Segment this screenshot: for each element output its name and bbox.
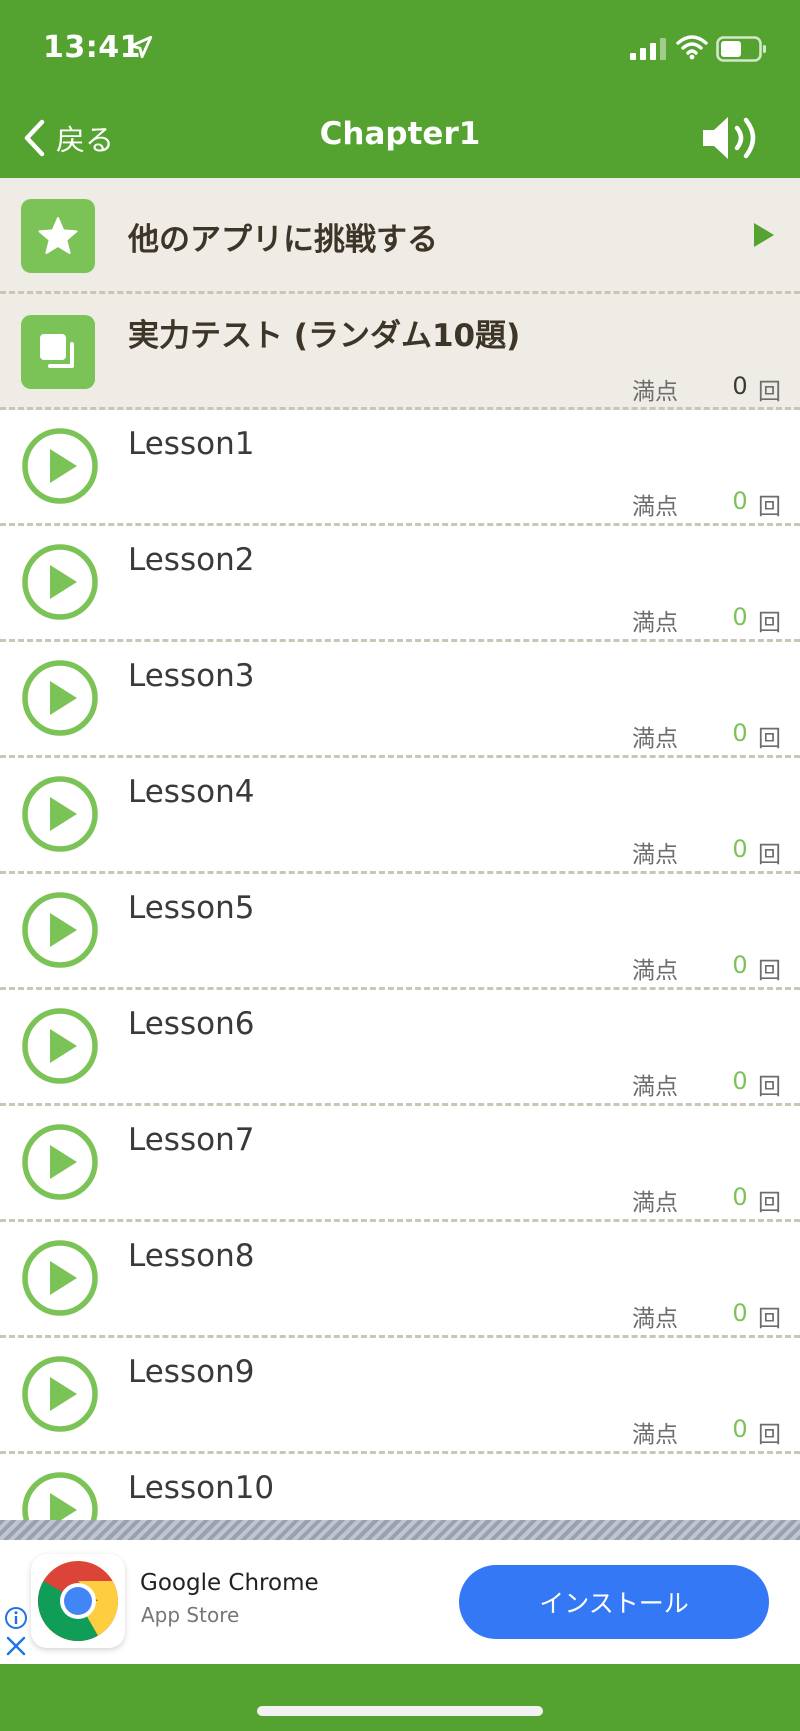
play-circle-icon — [22, 1356, 98, 1432]
score-unit: 回 — [758, 1074, 781, 1100]
play-circle-icon — [22, 544, 98, 620]
copy-stack-icon — [21, 315, 95, 389]
play-circle-icon — [22, 1240, 98, 1316]
speaker-icon[interactable] — [700, 112, 762, 164]
score-label: 満点 — [632, 1190, 678, 1216]
score-value: 0 — [732, 487, 748, 515]
cellular-signal-icon — [630, 38, 666, 60]
play-circle-icon — [22, 1124, 98, 1200]
star-icon — [21, 199, 95, 273]
score-unit: 回 — [758, 958, 781, 984]
play-circle-icon — [22, 428, 98, 504]
page-title: Chapter1 — [319, 116, 481, 152]
score-unit: 回 — [758, 842, 781, 868]
status-time: 13:41 — [43, 30, 141, 65]
score-label: 満点 — [632, 958, 678, 984]
score-label: 満点 — [632, 726, 678, 752]
ad-banner[interactable]: Google Chrome App Store インストール — [0, 1540, 800, 1664]
score-value: 0 — [732, 835, 748, 863]
ad-app-name: Google Chrome — [140, 1570, 319, 1596]
practice-test-row[interactable]: 実力テスト (ランダム10題) 満点 0 回 — [0, 294, 800, 410]
close-icon[interactable] — [4, 1634, 28, 1658]
lesson-title: Lesson4 — [128, 774, 255, 810]
score-value: 0 — [732, 1415, 748, 1443]
lesson-title: Lesson9 — [128, 1354, 255, 1390]
play-circle-icon — [22, 1008, 98, 1084]
list-item[interactable]: Lesson6 満点 0 回 — [0, 990, 800, 1106]
home-indicator[interactable] — [257, 1706, 543, 1716]
navigation-bar: 戻る Chapter1 — [0, 98, 800, 178]
lesson-title: Lesson5 — [128, 890, 255, 926]
lesson-title: Lesson3 — [128, 658, 255, 694]
list-item[interactable]: Lesson5 満点 0 回 — [0, 874, 800, 990]
play-circle-icon — [22, 660, 98, 736]
score-label: 満点 — [632, 610, 678, 636]
score-unit: 回 — [758, 379, 781, 405]
list-item[interactable]: Lesson8 満点 0 回 — [0, 1222, 800, 1338]
lesson-title: Lesson1 — [128, 426, 255, 462]
score-label: 満点 — [632, 379, 678, 405]
other-apps-label: 他のアプリに挑戦する — [128, 222, 438, 258]
other-apps-row[interactable]: 他のアプリに挑戦する — [0, 178, 800, 294]
lesson-title: Lesson2 — [128, 542, 255, 578]
wifi-icon — [676, 35, 708, 60]
score-unit: 回 — [758, 494, 781, 520]
lesson-title: Lesson8 — [128, 1238, 255, 1274]
status-bar: 13:41 — [0, 0, 800, 98]
list-item[interactable]: Lesson2 満点 0 回 — [0, 526, 800, 642]
score-unit: 回 — [758, 1422, 781, 1448]
score-value: 0 — [732, 372, 748, 400]
score-label: 満点 — [632, 1074, 678, 1100]
play-circle-icon — [22, 892, 98, 968]
score-label: 満点 — [632, 1306, 678, 1332]
info-icon[interactable] — [4, 1606, 28, 1630]
chevron-left-icon — [24, 119, 45, 157]
score-unit: 回 — [758, 726, 781, 752]
practice-test-label: 実力テスト (ランダム10題) — [128, 318, 521, 354]
list-item[interactable]: Lesson4 満点 0 回 — [0, 758, 800, 874]
lesson-list: Lesson1 満点 0 回 Lesson2 満点 0 回 Lesson3 満点… — [0, 410, 800, 1520]
lesson-title: Lesson6 — [128, 1006, 255, 1042]
play-arrow-icon — [754, 223, 774, 247]
lesson-title: Lesson10 — [128, 1470, 275, 1506]
battery-icon — [716, 36, 766, 62]
lesson-title: Lesson7 — [128, 1122, 255, 1158]
score-value: 0 — [732, 1183, 748, 1211]
score-label: 満点 — [632, 494, 678, 520]
score-unit: 回 — [758, 1306, 781, 1332]
ad-store-label: App Store — [141, 1603, 240, 1627]
bottom-bar — [0, 1664, 800, 1731]
score-unit: 回 — [758, 610, 781, 636]
score-unit: 回 — [758, 1190, 781, 1216]
list-item[interactable]: Lesson7 満点 0 回 — [0, 1106, 800, 1222]
list-item[interactable]: Lesson3 満点 0 回 — [0, 642, 800, 758]
score-value: 0 — [732, 951, 748, 979]
score-value: 0 — [732, 1299, 748, 1327]
list-item[interactable]: Lesson9 満点 0 回 — [0, 1338, 800, 1454]
back-button[interactable]: 戻る — [22, 112, 114, 164]
play-circle-icon — [22, 1472, 98, 1520]
score-label: 満点 — [632, 1422, 678, 1448]
chrome-logo-icon[interactable] — [31, 1554, 125, 1648]
score-value: 0 — [732, 719, 748, 747]
back-label: 戻る — [56, 123, 115, 157]
play-circle-icon — [22, 776, 98, 852]
location-arrow-icon — [129, 35, 153, 59]
score-label: 満点 — [632, 842, 678, 868]
list-item[interactable]: Lesson10 — [0, 1454, 800, 1520]
ad-divider — [0, 1520, 800, 1540]
score-value: 0 — [732, 1067, 748, 1095]
list-item[interactable]: Lesson1 満点 0 回 — [0, 410, 800, 526]
install-button[interactable]: インストール — [459, 1565, 769, 1639]
score-value: 0 — [732, 603, 748, 631]
